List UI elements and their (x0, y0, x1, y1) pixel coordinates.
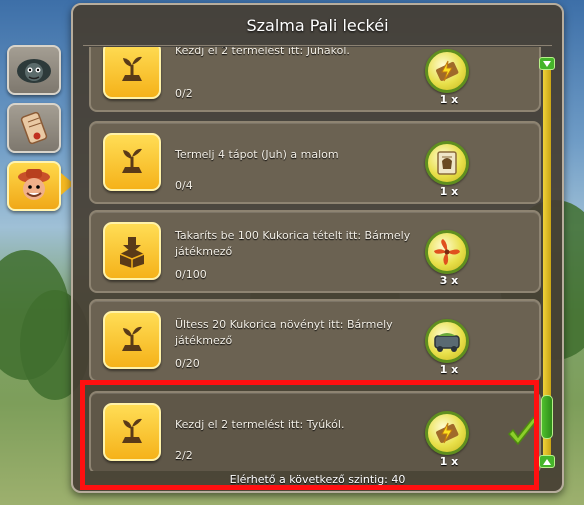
highlight-frame (80, 380, 539, 490)
task-progress: 0/20 (175, 357, 200, 370)
sprout-icon (122, 148, 142, 173)
reward-item (425, 140, 469, 185)
task-type-icon (103, 221, 161, 280)
propeller-icon (434, 238, 460, 265)
farmer-tab[interactable] (7, 161, 61, 211)
task-progress: 0/100 (175, 268, 207, 281)
scroll-tab[interactable] (7, 103, 61, 153)
scroll-down-button[interactable] (539, 455, 555, 468)
task-description: Kezdj el 2 termelést itt: Juhakol. (175, 47, 350, 57)
sheep-icon (17, 59, 51, 83)
task-type-icon (103, 47, 161, 99)
task-progress: 0/4 (175, 179, 193, 192)
chevron-down-icon (543, 60, 551, 67)
reward-quantity: 3 x (439, 274, 459, 287)
reward-quantity: 1 x (439, 93, 459, 106)
scroll-up-button[interactable] (539, 57, 555, 70)
task-card: Kezdj el 2 termelést itt: Juhakol. 0/2 1… (89, 47, 541, 112)
task-card: Takaríts be 100 Kukorica tételt itt: Bár… (89, 210, 541, 293)
chevron-up-icon (543, 458, 551, 465)
reward-item (425, 229, 469, 274)
lightning-boost-icon (436, 60, 459, 81)
sprout-icon (122, 56, 142, 81)
task-card: Ültess 20 Kukorica növényt itt: Bármely … (89, 299, 541, 382)
reward-item (425, 48, 469, 93)
panel-title: Szalma Pali leckéi (246, 16, 389, 35)
reward-quantity: 1 x (439, 185, 459, 198)
farmer-icon (18, 169, 50, 200)
sheep-tab[interactable] (7, 45, 61, 95)
feed-card-icon (437, 150, 457, 175)
reward-quantity: 1 x (439, 363, 459, 376)
task-card: Termelj 4 tápot (Juh) a malom 0/4 1 x (89, 121, 541, 204)
reward-item (425, 318, 469, 363)
task-type-icon (103, 132, 161, 191)
task-description: Takaríts be 100 Kukorica tételt itt: Bár… (175, 229, 411, 258)
scrollbar-thumb[interactable] (541, 395, 553, 439)
task-description: Termelj 4 tápot (Juh) a malom (175, 148, 339, 161)
task-type-icon (103, 310, 161, 369)
scroll-icon (20, 111, 48, 145)
harvest-box-icon (119, 236, 145, 268)
task-description: Ültess 20 Kukorica növényt itt: Bármely … (175, 318, 393, 347)
task-progress: 0/2 (175, 87, 193, 100)
title-divider (83, 45, 552, 46)
fertilizer-icon (434, 332, 460, 352)
sprout-icon (122, 326, 142, 351)
